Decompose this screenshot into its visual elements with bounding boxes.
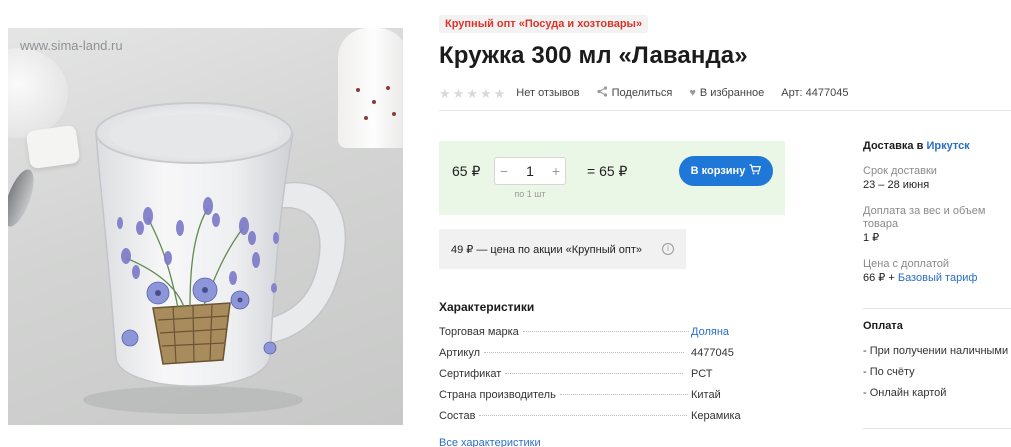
share-label: Поделиться [611, 87, 673, 99]
price-with-surcharge: 66 ₽ + Базовый тариф [863, 271, 1011, 285]
characteristic-key: Сертификат [439, 368, 502, 380]
payment-option: - При получении наличными [863, 345, 1009, 357]
characteristics-table: Торговая марка Доляна Артикул 4477045 Се… [439, 326, 769, 431]
promo-price-box: 49 ₽ — цена по акции «Крупный опт» i [439, 229, 686, 269]
price-with-surcharge-value: 66 ₽ + [863, 272, 895, 284]
surcharge-label: Доплата за вес и объем товара [863, 205, 986, 230]
increase-button[interactable]: + [547, 163, 565, 179]
characteristic-row: Торговая марка Доляна [439, 326, 769, 347]
brand-link[interactable]: Доляна [691, 326, 729, 338]
decrease-button[interactable]: − [495, 163, 513, 179]
product-title: Кружка 300 мл «Лаванда» [439, 42, 748, 69]
product-page: www.sima-land.ru Крупный опт «Посуда и х… [0, 0, 1011, 447]
characteristic-key: Состав [439, 410, 476, 422]
characteristic-key: Артикул [439, 347, 481, 359]
mug-image [83, 102, 347, 414]
divider [863, 308, 1011, 309]
share-button[interactable]: Поделиться [597, 86, 673, 100]
watermark: www.sima-land.ru [20, 38, 123, 53]
product-meta-row: ★ ★ ★ ★ ★ Нет отзывов Поделиться ♥ В изб… [439, 85, 865, 101]
characteristic-value: Керамика [691, 410, 741, 422]
reviews-link[interactable]: Нет отзывов [516, 87, 579, 99]
divider [863, 428, 1011, 429]
price-with-surcharge-label: Цена с доплатой [863, 258, 950, 270]
payment-heading: Оплата [863, 320, 903, 332]
payment-option: - По счёту [863, 366, 915, 378]
favorite-button[interactable]: ♥ В избранное [689, 87, 764, 99]
info-icon[interactable]: i [662, 243, 674, 255]
star-icon: ★ [452, 85, 465, 101]
characteristic-key: Страна производитель [439, 389, 556, 401]
buy-box: 65 ₽ − 1 + по 1 шт = 65 ₽ В корзину [439, 141, 785, 215]
unit-price: 65 ₽ [452, 163, 481, 179]
surcharge-value: 1 ₽ [863, 232, 880, 244]
characteristic-row: Состав Керамика [439, 410, 769, 431]
characteristic-value: 4477045 [691, 347, 734, 359]
add-to-cart-button[interactable]: В корзину [679, 156, 773, 186]
favorite-label: В избранное [699, 87, 765, 99]
characteristic-row: Сертификат РСТ [439, 368, 769, 389]
share-icon [597, 86, 608, 100]
star-icon: ★ [439, 85, 451, 101]
characteristic-key: Торговая марка [439, 326, 519, 338]
article-number: Арт: 4477045 [781, 87, 849, 99]
payment-panel: Оплата - При получении наличными - По сч… [863, 320, 1011, 408]
characteristic-value: Китай [691, 389, 721, 401]
all-characteristics-link[interactable]: Все характеристики [439, 437, 541, 447]
characteristic-value: РСТ [691, 368, 713, 380]
heart-icon: ♥ [689, 87, 696, 99]
tariff-link[interactable]: Базовый тариф [898, 272, 978, 284]
characteristic-row: Артикул 4477045 [439, 347, 769, 368]
cart-icon [749, 164, 762, 178]
quantity-input[interactable]: 1 [513, 163, 547, 179]
delivery-heading: Доставка в Иркутск [863, 140, 1011, 152]
city-link[interactable]: Иркутск [926, 140, 969, 152]
star-icon: ★ [466, 85, 478, 101]
total-price: = 65 ₽ [587, 163, 628, 179]
delivery-panel: Доставка в Иркутск Срок доставки 23 – 28… [863, 140, 1011, 285]
promo-text: 49 ₽ — цена по акции «Крупный опт» [451, 243, 643, 256]
quantity-stepper: − 1 + [494, 157, 566, 185]
rating-stars[interactable]: ★ ★ ★ ★ ★ [439, 87, 505, 100]
star-icon: ★ [479, 85, 492, 101]
star-icon: ★ [493, 85, 506, 101]
delivery-term-value: 23 – 28 июня [863, 179, 930, 191]
delivery-heading-label: Доставка в [863, 140, 924, 152]
product-photo[interactable]: www.sima-land.ru [8, 28, 403, 425]
characteristics-title: Характеристики [439, 300, 535, 314]
cart-button-label: В корзину [690, 165, 746, 177]
divider [439, 110, 1011, 111]
characteristic-row: Страна производитель Китай [439, 389, 769, 410]
delivery-term-label: Срок доставки [863, 165, 937, 177]
category-tag[interactable]: Крупный опт «Посуда и хозтовары» [439, 15, 649, 33]
payment-option: - Онлайн картой [863, 387, 947, 399]
quantity-note: по 1 шт [514, 189, 546, 199]
